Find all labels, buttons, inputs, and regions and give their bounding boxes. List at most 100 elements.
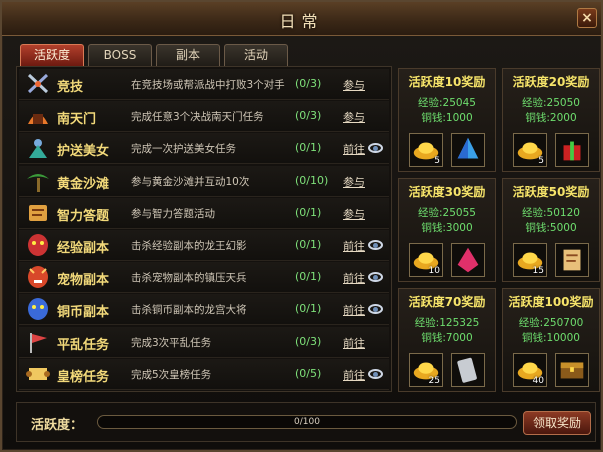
task-action-link[interactable]: 前往: [343, 270, 365, 286]
task-row: 铜币副本 击杀铜币副本的龙宫大将 (0/1) 前往: [19, 294, 389, 326]
task-progress: (0/10): [295, 173, 329, 187]
reward-item-slot[interactable]: [451, 353, 485, 387]
task-action-link[interactable]: 前往: [343, 302, 365, 318]
task-name: 平乱任务: [57, 337, 110, 353]
reward-title: 活跃度30奖励: [408, 185, 486, 199]
task-row: 黄金沙滩 参与黄金沙滩并互动10次 (0/10) 参与: [19, 165, 389, 197]
daily-window: 日常 × 活跃度 BOSS 副本 活动 竞技 在竞技场或帮派战中打败3个对手 (0/…: [0, 0, 603, 452]
task-name: 皇榜任务: [57, 369, 110, 385]
item-count: 5: [538, 156, 544, 166]
view-eye-icon[interactable]: [368, 304, 383, 315]
reward-card: 活跃度20奖励 经验:25050 铜钱:2000 5: [502, 68, 600, 172]
reward-card: 活跃度30奖励 经验:25055 铜钱:3000 10: [398, 178, 496, 282]
task-name: 南天门: [57, 112, 97, 128]
reward-item-slot[interactable]: 5: [409, 133, 443, 167]
title-bar[interactable]: 日常 ×: [2, 2, 601, 36]
blue-crystal-icon: [452, 137, 484, 169]
tab-activity[interactable]: 活跃度: [20, 44, 84, 66]
blue-mask-icon: [25, 297, 51, 321]
reward-item-slot[interactable]: [451, 133, 485, 167]
task-action-link[interactable]: 参与: [343, 206, 365, 222]
task-row: 南天门 完成任意3个决战南天门任务 (0/3) 参与: [19, 101, 389, 133]
task-action-link[interactable]: 参与: [343, 174, 365, 190]
reward-coin: 铜钱:7000: [421, 332, 473, 344]
view-eye-icon[interactable]: [368, 272, 383, 283]
tab-boss[interactable]: BOSS: [88, 44, 152, 66]
reward-coin: 铜钱:3000: [421, 222, 473, 234]
task-name: 宠物副本: [57, 273, 110, 289]
crossed-swords-icon: [25, 72, 51, 96]
activity-label: 活跃度：: [31, 418, 84, 433]
reward-coin: 铜钱:1000: [421, 112, 473, 124]
fairy-icon: [25, 136, 51, 160]
reward-item-slot[interactable]: [555, 353, 589, 387]
activity-footer: 活跃度： 0/100 领取奖励: [16, 402, 596, 442]
task-description: 击杀铜币副本的龙宫大将: [131, 304, 247, 317]
reward-item-slot[interactable]: [555, 243, 589, 277]
task-row: 竞技 在竞技场或帮派战中打败3个对手 (0/3) 参与: [19, 69, 389, 100]
task-name: 竞技: [57, 80, 84, 95]
reward-card: 活跃度100奖励 经验:250700 铜钱:10000 40: [502, 288, 600, 392]
reward-coin: 铜钱:2000: [525, 112, 577, 124]
task-row: 护送美女 完成一次护送美女任务 (0/1) 前往: [19, 133, 389, 165]
task-action-link[interactable]: 前往: [343, 335, 365, 351]
task-progress: (0/3): [295, 334, 322, 348]
flag-icon: [25, 330, 51, 354]
task-row: 智力答题 参与智力答题活动 (0/1) 参与: [19, 197, 389, 229]
task-name: 经验副本: [57, 241, 110, 256]
reward-item-slot[interactable]: 10: [409, 243, 443, 277]
reward-exp: 经验:25050: [522, 97, 580, 109]
task-description: 参与黄金沙滩并互动10次: [131, 175, 250, 188]
window-title: 日常: [279, 12, 324, 31]
task-row: 宠物副本 击杀宠物副本的镇压天兵 (0/1) 前往: [19, 262, 389, 294]
task-progress: (0/1): [295, 141, 322, 155]
demon-mask-icon: [25, 265, 51, 289]
task-description: 击杀经验副本的龙王幻影: [131, 240, 247, 252]
reward-item-slot[interactable]: 40: [513, 353, 547, 387]
reward-item-slot[interactable]: [555, 133, 589, 167]
reward-title: 活跃度70奖励: [408, 295, 486, 309]
task-description: 完成一次护送美女任务: [131, 143, 236, 156]
view-eye-icon[interactable]: [368, 240, 383, 250]
task-description: 参与智力答题活动: [131, 207, 215, 220]
task-action-link[interactable]: 前往: [343, 141, 365, 157]
claim-reward-button[interactable]: 领取奖励: [523, 411, 591, 435]
task-action-link[interactable]: 前往: [343, 367, 365, 383]
close-button[interactable]: ×: [577, 8, 597, 28]
tab-event[interactable]: 活动: [224, 44, 288, 66]
task-action-link[interactable]: 参与: [343, 77, 365, 93]
reward-exp: 经验:25055: [418, 207, 476, 219]
reward-exp: 经验:25045: [418, 97, 476, 109]
reward-title: 活跃度10奖励: [408, 75, 486, 89]
reward-card: 活跃度50奖励 经验:50120 铜钱:5000 15: [502, 178, 600, 282]
task-row: 经验副本 击杀经验副本的龙王幻影 (0/1) 前往: [19, 230, 389, 261]
reward-exp: 经验:250700: [518, 317, 584, 329]
task-name: 铜币副本: [57, 305, 110, 321]
reward-item-slot[interactable]: 15: [513, 243, 547, 277]
reward-item-slot[interactable]: [451, 243, 485, 277]
reward-item-slot[interactable]: 25: [409, 353, 443, 387]
scroll-icon: [556, 249, 588, 279]
tab-dungeon[interactable]: 副本: [156, 44, 220, 66]
item-count: 5: [434, 156, 440, 166]
reward-item-slot[interactable]: 5: [513, 133, 547, 167]
activity-progress-bar: 0/100: [97, 415, 517, 429]
red-crystal-icon: [452, 247, 484, 279]
view-eye-icon[interactable]: [368, 143, 383, 154]
item-count: 25: [428, 376, 440, 386]
task-row: 皇榜任务 完成5次皇榜任务 (0/5) 前往: [19, 358, 389, 390]
reward-exp: 经验:50120: [522, 207, 580, 219]
task-progress: (0/1): [295, 238, 322, 251]
scroll-quiz-icon: [25, 201, 51, 225]
task-name: 智力答题: [57, 208, 110, 224]
task-name: 黄金沙滩: [57, 176, 110, 192]
red-mask-icon: [25, 233, 51, 257]
view-eye-icon[interactable]: [368, 368, 383, 379]
task-action-link[interactable]: 前往: [343, 238, 365, 254]
task-description: 在竞技场或帮派战中打败3个对手: [131, 79, 285, 91]
item-count: 10: [428, 266, 440, 276]
item-count: 40: [532, 376, 544, 386]
task-action-link[interactable]: 参与: [343, 109, 365, 125]
imperial-scroll-icon: [25, 362, 51, 386]
reward-title: 活跃度100奖励: [508, 295, 594, 309]
